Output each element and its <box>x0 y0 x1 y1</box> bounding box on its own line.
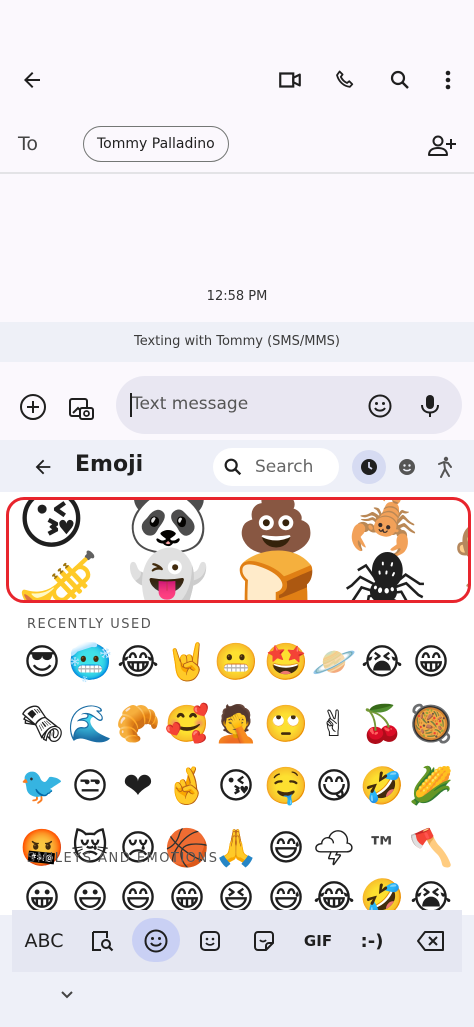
suggestion-item[interactable]: 🦂🕷 <box>343 500 439 600</box>
emoji-item[interactable]: 🤣 <box>358 763 406 811</box>
message-timestamp: 12:58 PM <box>206 289 268 304</box>
emoji-kitchen-suggestions: 😘🎺 🐼👻 💩🍞 🦂🕷 🐒 <box>0 492 474 617</box>
emoji-item[interactable]: 😂 <box>114 639 162 687</box>
emoji-back-icon[interactable] <box>26 450 60 484</box>
emoji-item[interactable]: 🤘 <box>163 639 211 687</box>
suggestion-item[interactable]: 😘🎺 <box>17 500 113 600</box>
message-thread: 12:58 PM <box>0 174 474 322</box>
suggestion-highlight: 😘🎺 🐼👻 💩🍞 🦂🕷 🐒 <box>6 497 471 603</box>
emoji-item[interactable]: 🙄 <box>262 701 310 749</box>
gallery-icon[interactable] <box>62 388 100 426</box>
emoji-item[interactable]: 🌊 <box>66 701 114 749</box>
emoji-item[interactable]: ™ <box>358 825 406 873</box>
message-placeholder: Text message <box>132 394 249 414</box>
emoji-item[interactable]: ❤ <box>114 763 162 811</box>
search-icon[interactable] <box>380 60 420 100</box>
suggestion-item-partial[interactable]: 🐒 <box>445 508 468 598</box>
emoji-search-input[interactable]: Search <box>213 448 339 486</box>
emoji-item[interactable]: 🙏 <box>212 825 260 873</box>
microphone-icon[interactable] <box>414 390 446 422</box>
gif-button[interactable]: GIF <box>294 910 342 972</box>
top-app-bar <box>0 0 474 120</box>
sms-banner: Texting with Tommy (SMS/MMS) <box>0 322 474 362</box>
emoji-item[interactable]: 🥰 <box>163 701 211 749</box>
emoji-item[interactable]: 😋 <box>310 763 358 811</box>
compose-bar: Text message <box>0 362 474 440</box>
emoji-item[interactable]: 🥘 <box>407 701 455 749</box>
emoji-item[interactable]: 🍒 <box>358 701 406 749</box>
emoji-item[interactable]: 🥶 <box>66 639 114 687</box>
emoji-tab-icon[interactable] <box>132 910 180 972</box>
emoji-item[interactable]: 🌩 <box>310 825 358 873</box>
emoji-panel-header: Emoji Search <box>0 440 474 492</box>
emoji-search-placeholder: Search <box>255 457 314 477</box>
emoji-item[interactable]: 🥐 <box>114 701 162 749</box>
emoji-item[interactable]: 🤤 <box>262 763 310 811</box>
emoji-item[interactable]: 😘 <box>212 763 260 811</box>
add-person-icon[interactable] <box>422 126 462 166</box>
add-attachment-icon[interactable] <box>14 388 52 426</box>
keyboard-bottom-bar: ABC GIF :-) <box>12 910 462 972</box>
back-arrow-icon[interactable] <box>12 60 52 100</box>
emoji-item[interactable]: 🤦 <box>212 701 260 749</box>
emoji-item[interactable]: 😭 <box>358 639 406 687</box>
emoji-item[interactable]: 😒 <box>66 763 114 811</box>
emoji-panel-title: Emoji <box>75 452 144 477</box>
video-call-icon[interactable] <box>270 60 310 100</box>
emoji-item[interactable]: 😁 <box>407 639 455 687</box>
phone-icon[interactable] <box>325 60 365 100</box>
emoji-item[interactable]: 🪐 <box>310 639 358 687</box>
emoji-item[interactable]: 😬 <box>212 639 260 687</box>
bitmoji-tab-icon[interactable] <box>186 910 234 972</box>
emoji-icon[interactable] <box>364 390 396 422</box>
emoji-item[interactable]: 🤞 <box>163 763 211 811</box>
recent-category-icon[interactable] <box>352 450 386 484</box>
system-nav-area <box>0 972 474 1027</box>
emoji-item[interactable]: 😅 <box>262 825 310 873</box>
emoji-search-tab-icon[interactable] <box>78 910 126 972</box>
emoji-item[interactable]: 🤩 <box>262 639 310 687</box>
suggestion-item[interactable]: 💩🍞 <box>235 500 331 600</box>
to-label: To <box>18 133 39 155</box>
hide-keyboard-icon[interactable] <box>56 984 78 1006</box>
smileys-category-icon[interactable] <box>390 450 424 484</box>
smileys-label: SMILEYS AND EMOTIONS <box>27 851 219 866</box>
emoji-item[interactable]: 🪓 <box>407 825 455 873</box>
more-vert-icon[interactable] <box>430 60 466 100</box>
emoji-item[interactable]: 🐦 <box>18 763 66 811</box>
emoji-grid: RECENTLY USED 😎 🥶 😂 🤘 😬 🤩 🪐 😭 😁 🗞 🌊 🥐 🥰 🤦 🙄 ✌ 🍒 🥘 🐦 😒 ❤ 🤞 😘 🤤 😋 🤣… <box>0 615 474 917</box>
emoji-item[interactable]: 🗞 <box>18 701 66 749</box>
emoticon-button[interactable]: :-) <box>348 910 396 972</box>
message-input[interactable]: Text message <box>116 376 462 434</box>
emoji-item[interactable]: ✌ <box>310 701 358 749</box>
recently-used-label: RECENTLY USED <box>27 617 153 632</box>
abc-button[interactable]: ABC <box>16 910 72 972</box>
recipient-chip[interactable]: Tommy Palladino <box>83 126 229 162</box>
emoji-search-icon <box>219 453 247 481</box>
emoji-panel: Emoji Search 😘🎺 🐼👻 💩🍞 🦂🕷 🐒 RECENTLY USED <box>0 440 474 1027</box>
people-category-icon[interactable] <box>428 450 462 484</box>
emoji-item[interactable]: 😎 <box>18 639 66 687</box>
sticker-tab-icon[interactable] <box>240 910 288 972</box>
emoji-item[interactable]: 🌽 <box>407 763 455 811</box>
backspace-icon[interactable] <box>406 910 456 972</box>
suggestion-item[interactable]: 🐼👻 <box>127 500 223 600</box>
recipient-row: To Tommy Palladino <box>0 118 474 172</box>
